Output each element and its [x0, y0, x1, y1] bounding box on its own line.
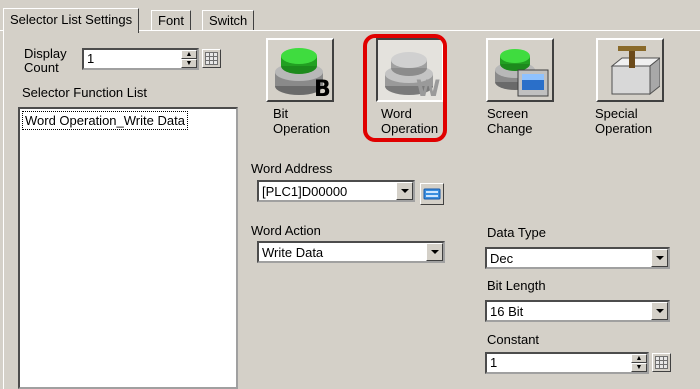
constant-keypad-button[interactable] — [652, 353, 671, 372]
special-operation-label-2: Operation — [595, 121, 653, 136]
word-address-value: [PLC1]D00000 — [262, 184, 348, 199]
display-count-stepper[interactable]: ▲ ▼ — [181, 50, 197, 68]
chevron-down-icon[interactable] — [651, 249, 668, 267]
constant-value: 1 — [490, 355, 498, 370]
bit-switch-icon: B — [275, 48, 330, 98]
chevron-down-icon[interactable] — [651, 302, 668, 320]
special-operation-button[interactable] — [596, 38, 664, 102]
display-count-keypad-button[interactable] — [202, 49, 221, 68]
bit-operation-label-2: Operation — [273, 121, 331, 136]
word-operation-label-2: Operation — [381, 121, 439, 136]
constant-spinner[interactable]: 1 ▲ ▼ — [485, 352, 649, 374]
keyboard-icon — [423, 188, 441, 200]
screen-change-button[interactable] — [486, 38, 554, 102]
display-count-label-line1: Display — [24, 46, 67, 61]
screen-change-label-1: Screen — [487, 106, 529, 121]
word-address-label: Word Address — [251, 161, 333, 176]
display-count-label-line2: Count — [24, 60, 59, 75]
word-operation-label-1: Word — [381, 106, 412, 121]
keypad-icon — [655, 356, 668, 369]
bit-operation-button[interactable]: B — [266, 38, 334, 102]
spin-up-icon[interactable]: ▲ — [631, 354, 647, 363]
constant-stepper[interactable]: ▲ ▼ — [631, 354, 647, 372]
bit-length-label: Bit Length — [487, 278, 546, 293]
tab-font[interactable]: Font — [151, 10, 192, 31]
bit-length-combo[interactable]: 16 Bit — [485, 300, 670, 322]
word-address-combo[interactable]: [PLC1]D00000 — [257, 180, 415, 202]
data-type-value: Dec — [490, 251, 514, 266]
tab-switch[interactable]: Switch — [202, 10, 255, 31]
chevron-down-icon[interactable] — [426, 243, 443, 261]
data-type-label: Data Type — [487, 225, 547, 240]
special-operation-label-1: Special — [595, 106, 638, 121]
spin-down-icon[interactable]: ▼ — [181, 59, 197, 68]
spin-down-icon[interactable]: ▼ — [631, 363, 647, 372]
function-list[interactable]: Word Operation_Write Data — [18, 107, 238, 389]
list-item[interactable]: Word Operation_Write Data — [22, 111, 188, 130]
special-operation-icon — [610, 46, 660, 96]
bit-length-value: 16 Bit — [490, 304, 524, 319]
word-action-combo[interactable]: Write Data — [257, 241, 445, 263]
display-count-spinner[interactable]: 1 ▲ ▼ — [82, 48, 199, 70]
screen-change-label-2: Change — [487, 121, 533, 136]
tab-selector-list-settings[interactable]: Selector List Settings — [3, 8, 140, 33]
svg-text:B: B — [314, 77, 330, 98]
address-input-button[interactable] — [420, 183, 444, 205]
constant-label: Constant — [487, 332, 540, 347]
function-list-label: Selector Function List — [22, 85, 148, 100]
spin-up-icon[interactable]: ▲ — [181, 50, 197, 59]
word-action-label: Word Action — [251, 223, 321, 238]
data-type-combo[interactable]: Dec — [485, 247, 670, 269]
word-action-value: Write Data — [262, 245, 324, 260]
bit-operation-label-1: Bit — [273, 106, 289, 121]
screen-change-icon — [495, 49, 549, 97]
keypad-icon — [205, 52, 218, 65]
display-count-value: 1 — [87, 51, 95, 66]
chevron-down-icon[interactable] — [396, 182, 413, 200]
